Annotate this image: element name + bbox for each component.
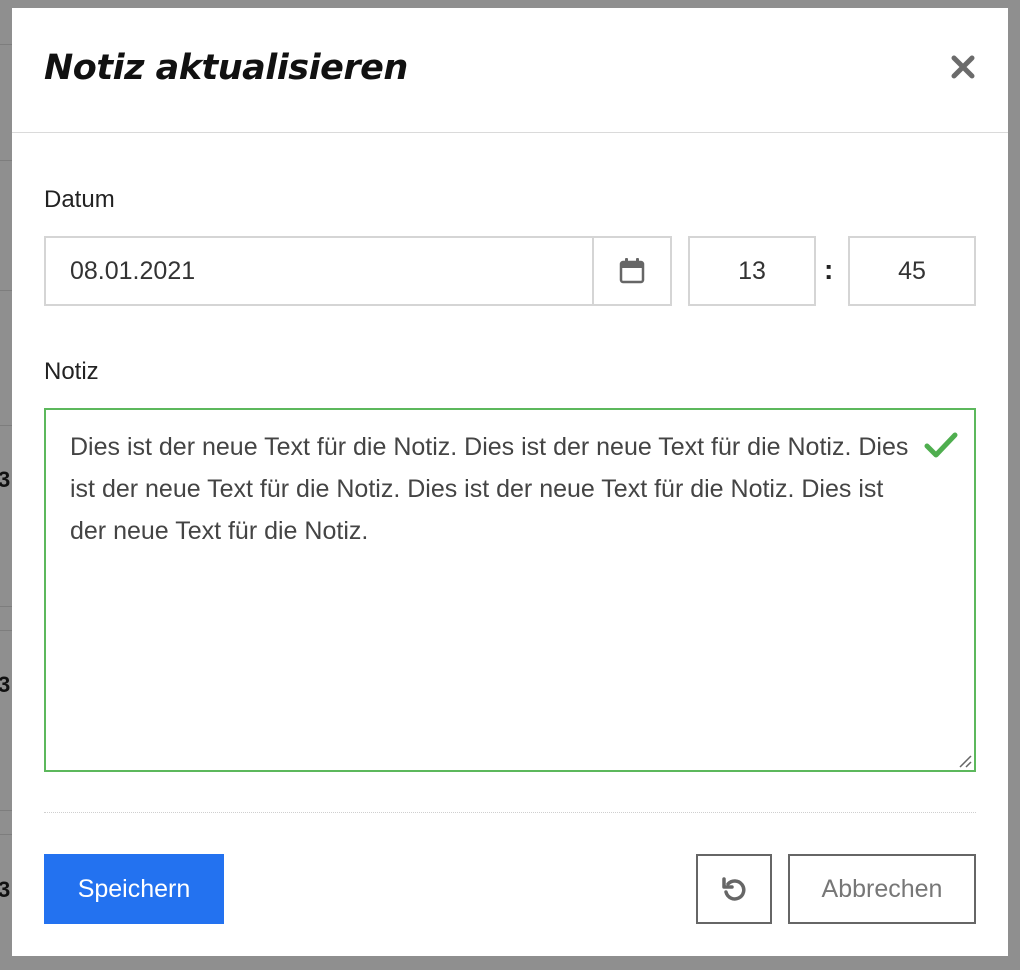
cancel-button[interactable]: Abbrechen [788, 854, 976, 924]
minute-input[interactable] [850, 238, 974, 304]
checkmark-icon [924, 432, 958, 458]
note-label: Notiz [44, 358, 99, 385]
dialog-title: Notiz aktualisieren [44, 48, 408, 88]
note-textarea[interactable]: Dies ist der neue Text für die Notiz. Di… [46, 410, 974, 770]
calendar-button[interactable] [592, 238, 670, 304]
dialog-header: Notiz aktualisieren [12, 8, 1008, 133]
note-field: Dies ist der neue Text für die Notiz. Di… [44, 408, 976, 772]
reset-button[interactable] [696, 854, 772, 924]
backdrop-row-text: 3 [0, 467, 11, 492]
close-button[interactable] [948, 52, 978, 82]
resize-handle[interactable] [956, 752, 972, 768]
calendar-icon [619, 258, 645, 284]
hour-field [688, 236, 816, 306]
date-input[interactable] [46, 238, 592, 304]
reset-icon [722, 877, 746, 901]
minute-field [848, 236, 976, 306]
edit-note-dialog: Notiz aktualisieren Datum : Notiz Dies i… [12, 8, 1008, 956]
save-button[interactable]: Speichern [44, 854, 224, 924]
footer-divider [44, 812, 976, 813]
date-label: Datum [44, 186, 115, 213]
date-picker [44, 236, 672, 306]
backdrop-row-text: 3 [0, 672, 11, 697]
time-separator: : [824, 254, 834, 285]
close-icon [951, 55, 975, 79]
hour-input[interactable] [690, 238, 814, 304]
backdrop-row-text: 3 [0, 877, 11, 902]
